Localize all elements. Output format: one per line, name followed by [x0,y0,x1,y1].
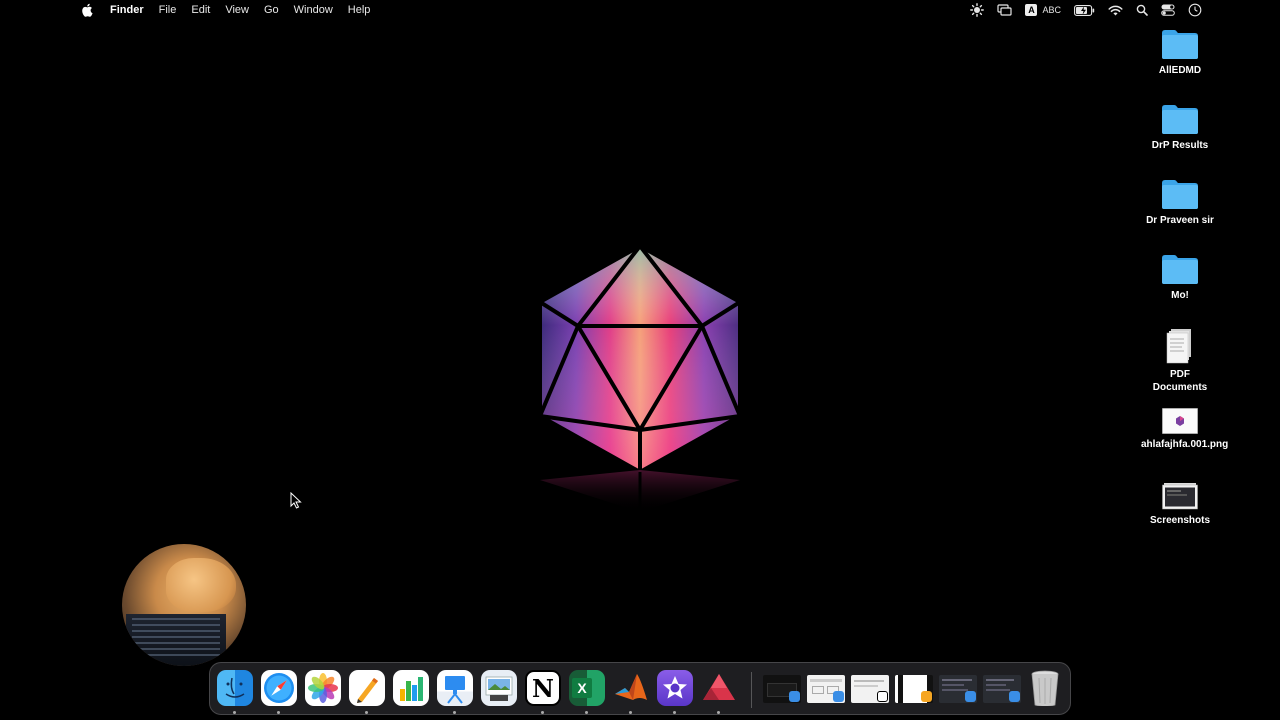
minimized-window-5[interactable] [939,675,977,703]
desktop-folder[interactable]: Dr Praveen sir [1140,178,1220,227]
spotlight-search-icon[interactable] [1136,0,1148,20]
notion-badge-icon [877,691,888,702]
notion-letter: N [532,673,554,703]
app-badge-icon [789,691,800,702]
running-indicator [453,711,456,714]
folder-icon [1162,180,1198,209]
wifi-icon[interactable] [1108,0,1123,20]
photos-icon[interactable] [305,670,341,706]
folder-icon [1162,105,1198,134]
dock: N X [209,662,1071,715]
running-indicator [541,711,544,714]
affinity-icon[interactable] [701,670,737,706]
pages-badge-icon [921,691,932,702]
document-stack-icon [1166,329,1191,364]
menu-go[interactable]: Go [264,4,279,16]
menu-window[interactable]: Window [294,4,333,16]
dock-separator [751,672,752,708]
folder-icon [1162,255,1198,284]
minimized-window-6[interactable] [983,675,1021,703]
running-indicator [365,711,368,714]
clock-icon[interactable] [1188,0,1202,20]
app-badge-icon [965,691,976,702]
minimized-window-4[interactable] [895,675,933,703]
running-indicator [233,711,236,714]
menu-help[interactable]: Help [348,4,371,16]
desktop-folder[interactable]: DrP Results [1140,103,1220,152]
numbers-icon[interactable] [393,670,429,706]
matlab-icon[interactable] [613,670,649,706]
running-indicator [629,711,632,714]
desktop-item-label: Mo! [1171,290,1189,301]
notion-icon[interactable]: N [525,670,561,706]
minimized-window-1[interactable] [763,675,801,703]
trash-icon[interactable] [1027,670,1063,706]
running-indicator [717,711,720,714]
apple-logo-icon[interactable] [80,3,94,17]
desktop-item-label: DrP Results [1151,140,1209,151]
webcam-laptop-screen [126,614,226,666]
desktop-folder[interactable]: Mo! [1140,253,1220,302]
input-source-icon[interactable]: A ABC [1025,0,1061,20]
folder-icon [1162,30,1198,59]
input-source-letter: A [1025,4,1038,16]
app-badge-icon [1009,691,1020,702]
imovie-icon[interactable] [657,670,693,706]
mouse-cursor-icon [290,492,302,509]
menu-edit[interactable]: Edit [191,4,210,16]
finder-icon[interactable] [217,670,253,706]
excel-icon[interactable]: X [569,670,605,706]
webcam-overlay [122,544,246,666]
menu-bar: Finder File Edit View Go Window Help A A… [0,0,1280,20]
pages-icon[interactable] [349,670,385,706]
desktop-folder[interactable]: AllEDMD [1140,28,1220,77]
menu-view[interactable]: View [225,4,249,16]
preview-icon[interactable] [481,670,517,706]
desktop-item-label: Screenshots [1149,515,1211,526]
keynote-icon[interactable] [437,670,473,706]
running-indicator [585,711,588,714]
running-indicator [277,711,280,714]
desktop-screenshots-stack[interactable]: Screenshots [1140,482,1220,527]
screen-mirroring-icon[interactable] [997,0,1013,20]
minimized-window-2[interactable] [807,675,845,703]
app-badge-icon [833,691,844,702]
desktop-item-label: AllEDMD [1158,65,1202,76]
desktop-image-file[interactable]: ahlafajhfa.001.png [1140,408,1229,451]
desktop-item-label: ahlafajhfa.001.png [1141,439,1229,450]
webcam-cat [166,558,236,612]
desktop-item-label: Dr Praveen sir [1146,215,1214,226]
input-source-label: ABC [1042,5,1061,15]
image-file-icon [1162,408,1198,434]
battery-charging-icon[interactable] [1074,0,1095,20]
desktop-document-stack[interactable]: PDF Documents [1140,328,1220,394]
menu-file[interactable]: File [159,4,177,16]
menu-app-name[interactable]: Finder [110,4,144,16]
wallpaper-icosahedron-logo [538,244,742,512]
control-center-icon[interactable] [1161,0,1175,20]
safari-icon[interactable] [261,670,297,706]
desktop-item-label: PDF Documents [1152,369,1208,393]
brightness-icon[interactable] [970,0,985,20]
minimized-window-3[interactable] [851,675,889,703]
running-indicator [673,711,676,714]
excel-letter: X [572,678,592,698]
screenshots-stack-icon [1162,483,1198,510]
